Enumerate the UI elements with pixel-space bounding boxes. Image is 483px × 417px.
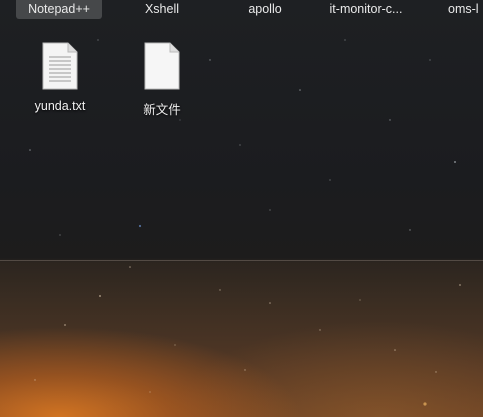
text-file-icon [42, 42, 78, 90]
taskbar-item-notepadpp[interactable]: Notepad++ [16, 0, 102, 19]
taskbar-item-label: it-monitor-c... [329, 2, 403, 16]
desktop-icon-label: 新文件 [143, 103, 181, 117]
desktop-icon-label: yunda.txt [34, 99, 86, 113]
taskbar-item-it-monitor[interactable]: it-monitor-c... [318, 0, 414, 19]
horizon-line [0, 260, 483, 261]
desktop-icon-new-file[interactable]: 新文件 [122, 42, 202, 118]
taskbar: Notepad++ Xshell apollo it-monitor-c... … [0, 0, 483, 20]
taskbar-item-label: Notepad++ [28, 2, 90, 16]
taskbar-item-apollo[interactable]: apollo [234, 0, 296, 19]
desktop-wallpaper: Notepad++ Xshell apollo it-monitor-c... … [0, 0, 483, 417]
taskbar-item-label: oms-l [448, 2, 479, 16]
taskbar-item-label: Xshell [144, 2, 180, 16]
taskbar-item-oms[interactable]: oms-l [440, 0, 483, 19]
taskbar-item-xshell[interactable]: Xshell [130, 0, 194, 19]
desktop-icon-yunda-txt[interactable]: yunda.txt [20, 42, 100, 113]
blank-file-icon [144, 42, 180, 90]
taskbar-item-label: apollo [248, 2, 282, 16]
